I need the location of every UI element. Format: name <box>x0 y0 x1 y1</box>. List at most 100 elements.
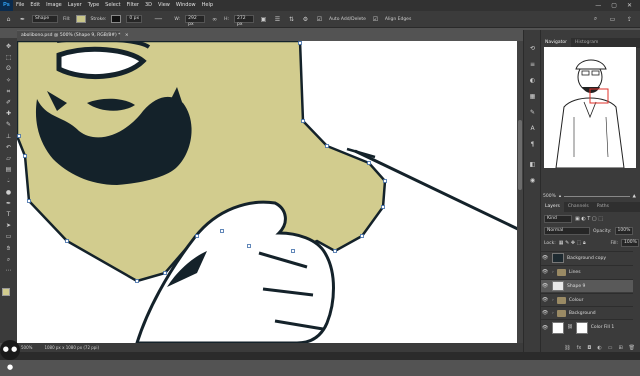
menu-filter[interactable]: Filter <box>124 0 142 11</box>
layer-row[interactable]: 👁︎ › Background <box>541 306 633 319</box>
visibility-icon[interactable]: 👁︎ <box>541 283 549 289</box>
anchor-point[interactable] <box>360 234 364 238</box>
history-icon[interactable]: ⟲ <box>527 44 538 54</box>
path-select-icon[interactable]: ➤ <box>3 221 14 231</box>
menu-layer[interactable]: Layer <box>65 0 85 11</box>
visibility-icon[interactable]: 👁︎ <box>541 269 549 275</box>
menu-image[interactable]: Image <box>43 0 65 11</box>
pen-tool-icon[interactable]: ✒ <box>3 199 14 209</box>
canvas[interactable] <box>17 41 523 343</box>
layer-row[interactable]: 👁︎ › Lines <box>541 265 633 278</box>
link-icon[interactable]: ∞ <box>210 15 219 24</box>
gradient-icon[interactable]: ▤ <box>3 165 14 175</box>
healing-brush-icon[interactable]: ✚ <box>3 109 14 119</box>
stamp-tool-icon[interactable]: ⊥ <box>3 132 14 142</box>
zoom-tool-icon[interactable]: ⌕ <box>3 255 14 265</box>
close-icon[interactable]: ✕ <box>627 2 632 9</box>
navigator-zoom-value[interactable]: 500% <box>543 194 556 199</box>
home-icon[interactable]: ⌂ <box>4 15 13 24</box>
fill-opacity-field[interactable]: 100% <box>621 239 639 247</box>
more-options-bubble[interactable]: ● ● ● <box>0 340 20 371</box>
channels-icon[interactable]: ◉ <box>527 176 538 186</box>
visibility-icon[interactable]: 👁︎ <box>541 325 549 331</box>
menu-edit[interactable]: Edit <box>27 0 43 11</box>
zoom-in-icon[interactable]: ▲ <box>633 194 640 199</box>
menu-help[interactable]: Help <box>199 0 216 11</box>
zoom-readout[interactable]: 500% <box>21 343 32 352</box>
type-tool-icon[interactable]: T <box>3 210 14 220</box>
anchor-point[interactable] <box>367 161 371 165</box>
properties-icon[interactable]: ≡ <box>527 60 538 70</box>
swatches-icon[interactable]: ▦ <box>527 92 538 102</box>
link-layers-icon[interactable]: ⛓︎ <box>564 345 570 351</box>
anchor-point[interactable] <box>325 144 329 148</box>
anchor-point[interactable] <box>135 279 139 283</box>
chevron-right-icon[interactable]: › <box>552 298 554 303</box>
fill-swatch[interactable] <box>75 15 86 23</box>
anchor-point[interactable] <box>333 249 337 253</box>
align-edges-checkbox[interactable]: ☑ <box>371 15 380 24</box>
search-icon[interactable]: ⌕ <box>591 15 600 24</box>
trash-icon[interactable]: 🗑︎ <box>629 345 635 351</box>
menu-file[interactable]: File <box>13 0 27 11</box>
paragraph-icon[interactable]: ¶ <box>527 140 538 150</box>
character-icon[interactable]: A <box>527 124 538 134</box>
layer-row[interactable]: 👁︎ ⛓︎ Color Fill 1 <box>541 319 633 335</box>
zoom-slider[interactable] <box>564 195 630 197</box>
photoshop-logo[interactable]: Ps <box>0 0 13 11</box>
menu-type[interactable]: Type <box>85 0 102 11</box>
brush-settings-icon[interactable]: ✎ <box>527 108 538 118</box>
marquee-tool-icon[interactable]: ⬚ <box>3 53 14 63</box>
share-icon[interactable]: ⇪ <box>625 15 634 24</box>
width-field[interactable]: 292 px <box>185 15 206 27</box>
dodge-tool-icon[interactable]: ● <box>3 188 14 198</box>
adjustment-layer-icon[interactable]: ◐ <box>597 345 601 351</box>
new-layer-icon[interactable]: ⊞ <box>618 345 622 351</box>
fx-icon[interactable]: fx <box>577 345 582 351</box>
history-brush-icon[interactable]: ↶ <box>3 143 14 153</box>
maximize-icon[interactable]: ▢ <box>611 2 617 9</box>
anchor-point[interactable] <box>23 154 27 158</box>
anchor-point[interactable] <box>27 199 31 203</box>
height-field[interactable]: 272 px <box>234 15 254 27</box>
visibility-icon[interactable]: 👁︎ <box>541 310 549 316</box>
anchor-point[interactable] <box>381 205 385 209</box>
new-group-icon[interactable]: ▭ <box>608 345 613 351</box>
menu-3d[interactable]: 3D <box>142 0 155 11</box>
layer-row[interactable]: 👁︎ › Colour <box>541 293 633 306</box>
workspace-icon[interactable]: ▭ <box>608 15 617 24</box>
hand-tool-icon[interactable]: ✋︎ <box>3 244 14 254</box>
close-tab-icon[interactable]: × <box>125 33 129 38</box>
filter-icons[interactable]: ▣ ◐ T ▢ ⬚ <box>575 216 603 222</box>
brush-tool-icon[interactable]: ✎ <box>3 120 14 130</box>
blur-tool-icon[interactable]: 💧︎ <box>3 176 14 186</box>
lock-icons[interactable]: ▦ ✎ ✥ ⬚ 🔒︎ <box>559 240 586 246</box>
visibility-icon[interactable]: 👁︎ <box>541 297 549 303</box>
stroke-style-icon[interactable]: ── <box>147 15 169 24</box>
foreground-color-swatch[interactable] <box>2 288 10 296</box>
anchor-point[interactable] <box>220 229 224 233</box>
anchor-point[interactable] <box>383 179 387 183</box>
anchor-point[interactable] <box>291 249 295 253</box>
anchor-point[interactable] <box>195 234 199 238</box>
blend-mode-select[interactable]: Normal <box>544 227 590 235</box>
navigator-preview[interactable] <box>544 47 636 168</box>
auto-add-delete-checkbox[interactable]: ☑ <box>315 15 324 24</box>
tab-paths[interactable]: Paths <box>593 202 613 212</box>
zoom-out-icon[interactable]: ▴ <box>559 194 561 199</box>
anchor-point[interactable] <box>17 134 21 138</box>
crop-tool-icon[interactable]: ⌗ <box>3 87 14 97</box>
scroll-thumb[interactable] <box>518 120 522 190</box>
shape-tool-icon[interactable]: ▭ <box>3 232 14 242</box>
layers-icon[interactable]: ◧ <box>527 160 538 170</box>
path-align-icon[interactable]: ☰ <box>273 15 282 24</box>
path-arrange-icon[interactable]: ⇅ <box>287 15 296 24</box>
quick-select-icon[interactable]: ✧ <box>3 76 14 86</box>
anchor-point[interactable] <box>163 271 167 275</box>
path-ops-icon[interactable]: ▣ <box>259 15 268 24</box>
anchor-point[interactable] <box>301 119 305 123</box>
menu-window[interactable]: Window <box>173 0 199 11</box>
visibility-icon[interactable]: 👁︎ <box>541 255 549 261</box>
stroke-swatch[interactable] <box>111 15 122 23</box>
eyedropper-icon[interactable]: ✐ <box>3 98 14 108</box>
